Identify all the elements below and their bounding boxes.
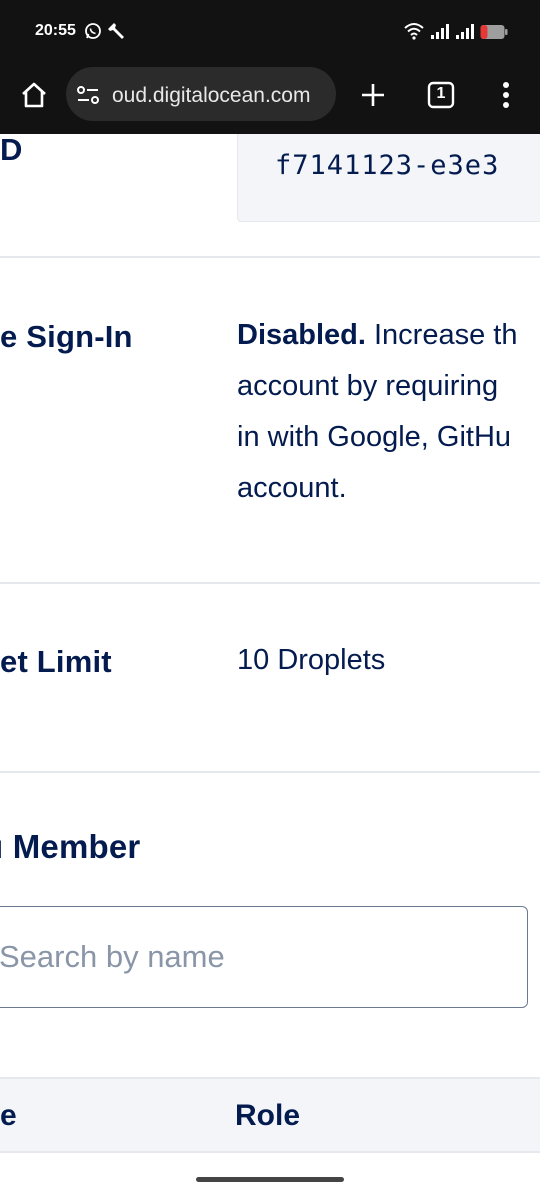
tab-count: 1 xyxy=(436,85,446,102)
browser-toolbar: oud.digitalocean.com 1 xyxy=(0,64,540,134)
whatsapp-icon xyxy=(84,22,102,45)
status-bar: 20:55 xyxy=(0,0,540,64)
wrench-icon xyxy=(108,22,126,45)
secure-signin-desc-line2: account by requiring xyxy=(237,370,499,402)
wifi-icon xyxy=(404,22,424,45)
divider xyxy=(0,256,540,258)
secure-signin-label: e Sign-In xyxy=(0,319,133,354)
team-id-box[interactable]: f7141123-e3e3 xyxy=(237,134,540,222)
secure-signin-description: Disabled. Increase th account by requiri… xyxy=(237,310,540,514)
team-members-heading: ı Member xyxy=(0,828,141,865)
battery-low-icon xyxy=(480,24,508,45)
account-settings: D f7141123-e3e3 e Sign-In Disabled. Incr… xyxy=(0,134,540,1196)
members-table-header: e Role xyxy=(0,1077,540,1153)
divider xyxy=(0,582,540,584)
site-settings-icon[interactable] xyxy=(76,84,100,111)
droplet-limit-value: 10 Droplets xyxy=(237,644,386,676)
home-indicator[interactable] xyxy=(196,1177,344,1182)
home-icon[interactable] xyxy=(20,81,48,114)
status-time: 20:55 xyxy=(35,22,76,39)
column-name-header[interactable]: e xyxy=(0,1099,17,1133)
address-bar[interactable]: oud.digitalocean.com xyxy=(66,67,336,121)
column-role-header[interactable]: Role xyxy=(235,1099,300,1133)
signal-icon xyxy=(455,22,475,45)
secure-signin-desc-line4: account. xyxy=(237,472,347,504)
team-id-value[interactable]: f7141123-e3e3 xyxy=(275,150,499,181)
member-search-placeholder[interactable]: Search by name xyxy=(0,939,225,975)
secure-signin-desc-line1: Increase th xyxy=(365,319,518,351)
signal-icon xyxy=(430,22,450,45)
more-menu-icon[interactable] xyxy=(500,80,512,115)
divider xyxy=(0,771,540,773)
secure-signin-desc-line3: in with Google, GitHu xyxy=(237,421,512,453)
droplet-limit-label: et Limit xyxy=(0,644,112,679)
secure-signin-status: Disabled. xyxy=(237,319,366,351)
team-id-label: D xyxy=(0,134,23,167)
tabs-icon[interactable]: 1 xyxy=(427,81,455,114)
member-search-input[interactable]: Search by name xyxy=(0,906,528,1008)
new-tab-icon[interactable] xyxy=(360,82,386,113)
url-text[interactable]: oud.digitalocean.com xyxy=(112,84,310,108)
